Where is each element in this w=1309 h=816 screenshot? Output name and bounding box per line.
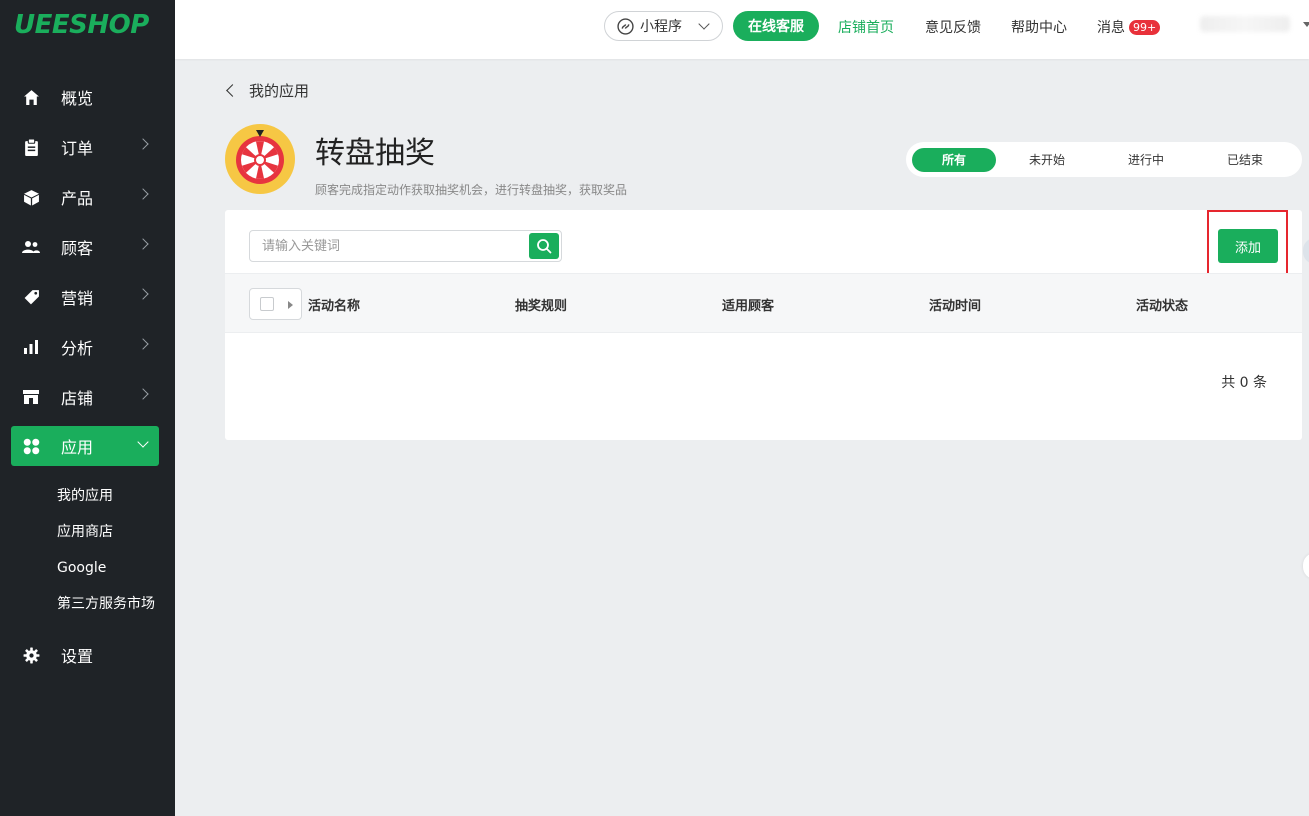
bar-chart-icon: [22, 338, 40, 356]
sidebar-item-orders[interactable]: 订单: [0, 122, 175, 172]
column-header-applicable-customers: 适用顾客: [722, 299, 775, 314]
sidebar-item-overview[interactable]: 概览: [0, 72, 175, 122]
logo[interactable]: UEESHOP: [14, 10, 149, 40]
box-icon: [22, 188, 40, 206]
chevron-down-icon: [698, 18, 710, 30]
users-icon: [22, 238, 40, 256]
sidebar-item-label: 分析: [61, 339, 94, 358]
tab-ended[interactable]: 已结束: [1205, 148, 1285, 172]
search-button[interactable]: [529, 233, 559, 259]
feedback-link[interactable]: 意见反馈: [925, 17, 981, 37]
apps-icon: [22, 437, 40, 455]
total-count: 共 0 条: [1221, 375, 1267, 391]
sidebar-item-customers[interactable]: 顾客: [0, 222, 175, 272]
select-all-dropdown[interactable]: [249, 288, 302, 320]
user-name[interactable]: [1200, 16, 1290, 32]
submenu-item-third-party[interactable]: 第三方服务市场: [57, 586, 175, 622]
help-center-link[interactable]: 帮助中心: [1011, 17, 1067, 37]
store-home-link[interactable]: 店铺首页: [838, 17, 894, 37]
messages-label: 消息: [1097, 20, 1125, 36]
sidebar-menu: 概览 订单 产品 顾客 营销 分析 店铺 应用 我的应用 应用商店 Google…: [0, 72, 175, 680]
activity-panel: 添加 活动名称 抽奖规则 适用顾客 活动时间 活动状态 共 0 条: [225, 210, 1302, 440]
column-header-activity-time: 活动时间: [929, 299, 982, 314]
chevron-right-icon: [137, 238, 149, 250]
tab-not-started[interactable]: 未开始: [1007, 148, 1087, 172]
mini-program-dropdown[interactable]: 小程序: [604, 11, 723, 41]
sidebar-item-label: 店铺: [61, 389, 94, 408]
page-title: 转盘抽奖: [315, 136, 435, 171]
sidebar-item-label: 应用: [61, 438, 94, 457]
sidebar-item-settings[interactable]: 设置: [0, 630, 175, 680]
lucky-wheel-icon: [225, 124, 295, 194]
table-header: 活动名称 抽奖规则 适用顾客 活动时间 活动状态: [225, 273, 1302, 333]
sidebar-item-products[interactable]: 产品: [0, 172, 175, 222]
mini-program-label: 小程序: [640, 19, 682, 35]
sidebar-item-label: 概览: [61, 89, 94, 108]
column-header-lottery-rules: 抽奖规则: [515, 299, 568, 314]
sidebar-item-apps[interactable]: 应用: [11, 426, 159, 466]
sidebar-item-label: 顾客: [61, 239, 94, 258]
chevron-right-icon: [137, 338, 149, 350]
store-icon: [22, 388, 40, 406]
top-header: 小程序 在线客服 店铺首页 意见反馈 帮助中心 消息 99+: [175, 0, 1309, 59]
clipboard-icon: [22, 138, 40, 156]
side-float-handle[interactable]: [1303, 553, 1309, 579]
chevron-right-icon: [137, 388, 149, 400]
sidebar: UEESHOP 概览 订单 产品 顾客 营销 分析 店铺 应用 我的应用 应用商…: [0, 0, 175, 816]
chevron-right-icon: [137, 138, 149, 150]
tab-all[interactable]: 所有: [912, 148, 996, 172]
sidebar-item-label: 设置: [61, 647, 94, 666]
search-icon: [536, 238, 552, 254]
online-service-button[interactable]: 在线客服: [733, 11, 819, 41]
caret-down-icon[interactable]: [1303, 22, 1309, 27]
submenu-item-app-store[interactable]: 应用商店: [57, 514, 175, 550]
chevron-right-icon: [137, 188, 149, 200]
side-float-handle[interactable]: [1303, 238, 1309, 264]
column-header-activity-status: 活动状态: [1136, 299, 1189, 314]
back-link[interactable]: 我的应用: [226, 80, 310, 101]
submenu-item-google[interactable]: Google: [57, 550, 175, 586]
tab-in-progress[interactable]: 进行中: [1106, 148, 1186, 172]
back-label: 我的应用: [249, 82, 310, 100]
column-header-activity-name: 活动名称: [308, 299, 361, 314]
submenu-item-my-apps[interactable]: 我的应用: [57, 478, 175, 514]
message-count-badge: 99+: [1129, 20, 1161, 35]
chevron-down-icon: [137, 436, 149, 448]
mini-program-icon: [617, 17, 634, 35]
search-box: [249, 230, 562, 262]
sidebar-item-label: 产品: [61, 189, 94, 208]
add-button[interactable]: 添加: [1218, 229, 1278, 263]
sidebar-item-store[interactable]: 店铺: [0, 372, 175, 422]
sidebar-item-marketing[interactable]: 营销: [0, 272, 175, 322]
page-description: 顾客完成指定动作获取抽奖机会，进行转盘抽奖，获取奖品: [315, 183, 628, 197]
caret-right-icon: [288, 301, 293, 309]
apps-submenu: 我的应用 应用商店 Google 第三方服务市场: [0, 470, 175, 630]
status-tabs: 所有 未开始 进行中 已结束: [906, 142, 1302, 177]
chevron-right-icon: [137, 288, 149, 300]
search-input[interactable]: [250, 231, 520, 261]
messages-link[interactable]: 消息 99+: [1097, 17, 1161, 37]
gear-icon: [22, 646, 40, 664]
sidebar-item-analytics[interactable]: 分析: [0, 322, 175, 372]
select-all-checkbox[interactable]: [260, 297, 274, 311]
tag-icon: [22, 288, 40, 306]
sidebar-item-label: 订单: [61, 139, 94, 158]
chevron-left-icon: [226, 84, 239, 97]
sidebar-item-label: 营销: [61, 289, 94, 308]
home-icon: [22, 88, 40, 106]
